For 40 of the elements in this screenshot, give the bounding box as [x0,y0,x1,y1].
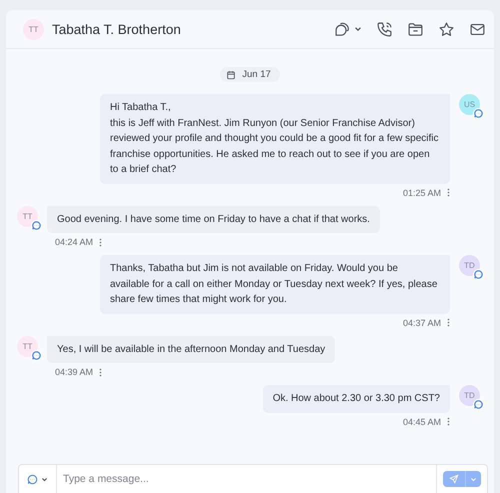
star-icon[interactable] [438,20,455,38]
message-bubble: Yes, I will be available in the afternoon Monday and Tuesday [47,336,336,363]
message-bubble: Hi Tabatha T., this is Jeff with FranNest. Jim Runyon (our Senior Franchise Advisor) reviewed your profile and thought you could be a good fit for a few specific franchise opportunities. He asked me to reach out to see if you are open to a brief chat? [100,94,450,184]
chat-badge-icon [473,399,484,410]
send-icon [449,474,459,484]
caret-icon [470,476,477,482]
sender-avatar: US [459,94,480,115]
message-time: 04:45 AM [402,416,441,426]
message-time: 04:24 AM [55,237,94,247]
caret-icon [41,476,48,482]
folder-icon[interactable] [407,20,424,38]
more-icon[interactable] [447,318,450,327]
chat-badge-icon [31,220,42,230]
message-bubble: Thanks, Tabatha but Jim is not available on Friday. Would you be available for a call on either Monday or Tuesday next week? If yes, please share few times that might work for you. [100,255,450,314]
more-icon[interactable] [447,188,450,197]
chat-badge-icon [31,350,42,360]
phone-icon[interactable] [376,20,393,38]
message-input[interactable]: Type a message... [57,465,436,493]
more-icon[interactable] [99,238,102,246]
more-icon[interactable] [99,368,102,376]
message-time: 04:39 AM [55,367,94,377]
message-bubble: Ok. How about 2.30 or 3.30 pm CST? [262,385,450,412]
calendar-icon [226,70,236,80]
sender-avatar: TT [17,206,38,226]
chat-icon [27,474,38,484]
date-label: Jun 17 [242,69,271,80]
message-bubble: Good evening. I have some time on Friday to have a chat if that works. [47,206,380,233]
sender-avatar: TD [459,255,480,276]
message-time: 04:37 AM [402,318,441,328]
message-time: 01:25 AM [402,188,441,198]
sender-avatar: TT [17,336,38,356]
sender-avatar: TD [459,385,480,406]
chat-badge-icon [473,108,484,119]
more-icon[interactable] [447,417,450,426]
chat-badge-icon [473,269,484,280]
caret-icon[interactable] [354,25,362,33]
contact-name: Tabatha T. Brotherton [52,22,182,36]
message-field[interactable]: Type a message... [18,464,488,493]
chat-icon[interactable] [334,20,351,38]
contact-avatar: TT [23,18,44,40]
